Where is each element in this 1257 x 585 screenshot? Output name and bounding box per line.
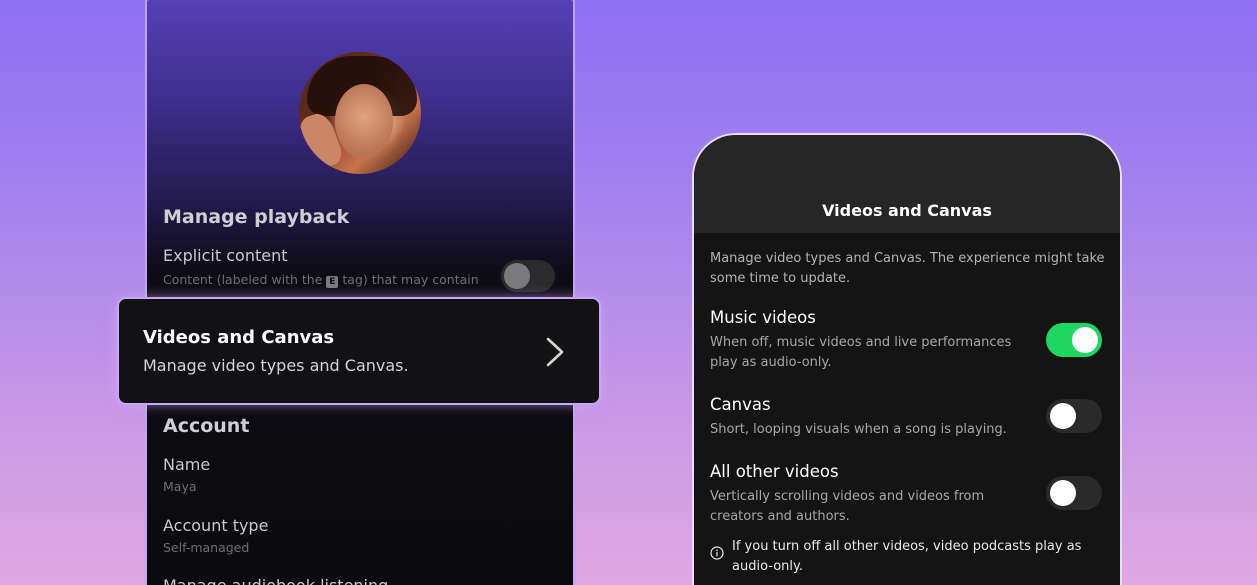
section-title-playback: Manage playback bbox=[163, 206, 350, 228]
explicit-content-desc: Content (labeled with the E tag) that ma… bbox=[163, 272, 479, 288]
setting-title-music-videos: Music videos bbox=[710, 308, 816, 327]
canvas-toggle[interactable] bbox=[1046, 399, 1102, 433]
intro-text: Manage video types and Canvas. The exper… bbox=[710, 251, 1105, 286]
audiobook-listening-row[interactable]: Manage audiobook listening bbox=[163, 576, 388, 585]
setting-title-all-other-videos: All other videos bbox=[710, 462, 839, 481]
explicit-content-title: Explicit content bbox=[163, 246, 288, 265]
section-title-account: Account bbox=[163, 415, 250, 437]
account-name-title[interactable]: Name bbox=[163, 455, 210, 474]
card-title: Videos and Canvas bbox=[143, 327, 335, 348]
videos-and-canvas-card[interactable]: Videos and Canvas Manage video types and… bbox=[117, 297, 601, 405]
music-videos-toggle[interactable] bbox=[1046, 323, 1102, 357]
screen-title: Videos and Canvas bbox=[822, 201, 992, 220]
account-type-value: Self-managed bbox=[163, 540, 250, 555]
chevron-right-icon bbox=[546, 337, 564, 367]
account-name-value: Maya bbox=[163, 479, 197, 494]
all-other-videos-toggle[interactable] bbox=[1046, 476, 1102, 510]
setting-desc-all-other-videos: Vertically scrolling videos and videos f… bbox=[710, 489, 985, 524]
info-icon bbox=[710, 546, 724, 560]
setting-title-canvas: Canvas bbox=[710, 395, 771, 414]
info-note: If you turn off all other videos, video … bbox=[732, 539, 1082, 574]
right-phone-screen: Videos and Canvas Manage video types and… bbox=[692, 133, 1122, 585]
explicit-badge-icon: E bbox=[326, 276, 339, 288]
setting-desc-canvas: Short, looping visuals when a song is pl… bbox=[710, 422, 1007, 437]
setting-desc-music-videos: When off, music videos and live performa… bbox=[710, 335, 1012, 370]
screen-header: Videos and Canvas bbox=[694, 135, 1120, 233]
card-subtitle: Manage video types and Canvas. bbox=[143, 356, 409, 375]
account-type-title[interactable]: Account type bbox=[163, 516, 268, 535]
profile-avatar bbox=[299, 52, 421, 174]
left-phone-screen: Manage playback Explicit content Content… bbox=[145, 0, 575, 585]
explicit-content-toggle[interactable] bbox=[501, 260, 555, 292]
